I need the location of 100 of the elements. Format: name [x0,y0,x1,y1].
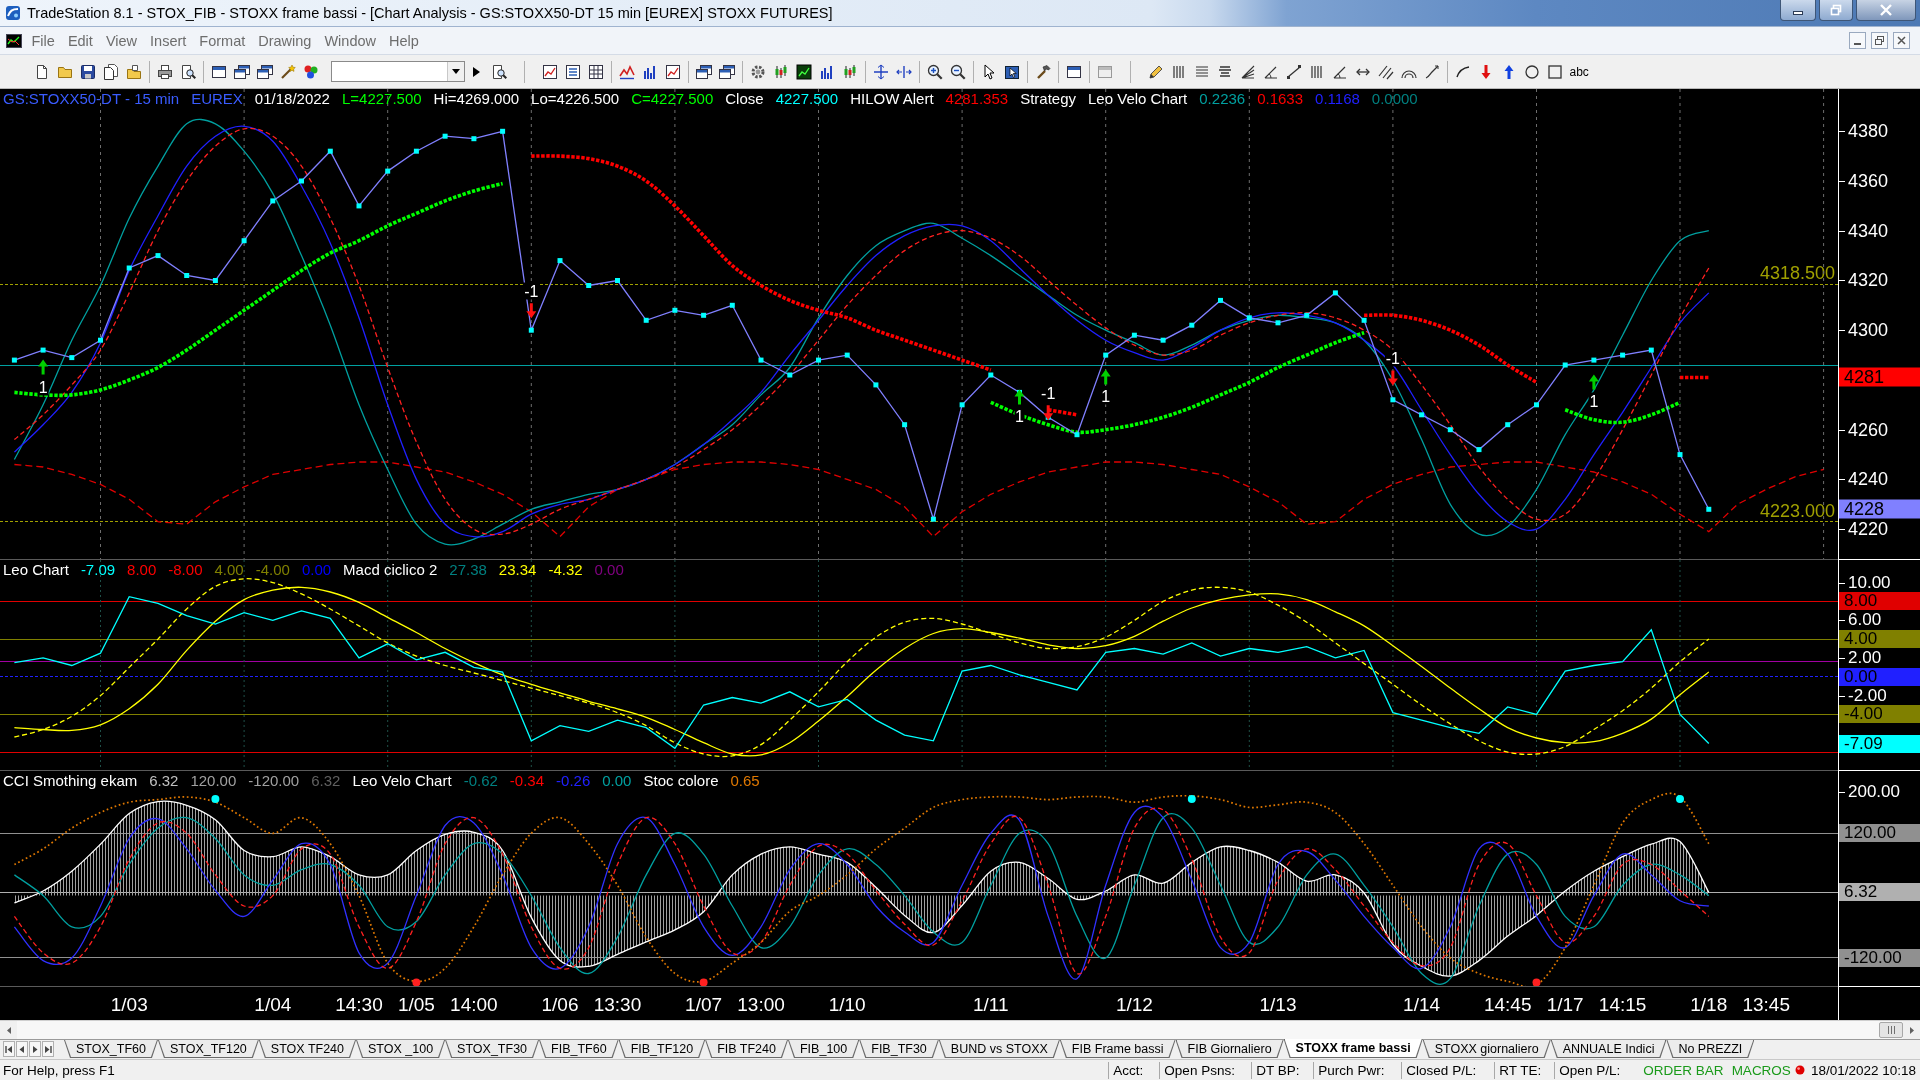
pointer-window-icon[interactable] [1004,63,1020,80]
candlestick-icon[interactable] [842,63,858,80]
sheet-tab[interactable]: FIB TF240 [705,1040,788,1058]
page-magnifier-icon[interactable] [491,63,507,80]
legend-text: Stoc colore [643,772,719,789]
circle-icon[interactable] [1524,63,1540,80]
menu-item[interactable]: Help [382,30,426,51]
signal-label: 1 [1100,387,1112,405]
circles-icon[interactable] [303,63,319,80]
axis-tick-label: 4380 [1848,121,1889,141]
pointer-icon[interactable] [981,63,997,80]
text-tool-button[interactable]: abc [1569,64,1589,79]
windows-icon[interactable] [719,63,735,80]
document-icon[interactable] [34,63,50,80]
windows-icon[interactable] [696,63,712,80]
time-axis-label: 1/05 [397,994,435,1015]
minimize-button[interactable] [1780,0,1816,21]
list-window-icon[interactable] [565,63,581,80]
time-axis-label: 1/06 [541,994,579,1015]
menu-item[interactable]: Window [317,30,383,51]
status-field: Closed P/L: [1401,1061,1495,1079]
menu-item[interactable]: File [25,30,62,51]
horizontal-lines-icon[interactable] [1194,63,1210,80]
sheet-tab[interactable]: STOX_TF120 [157,1040,259,1058]
windows-icon[interactable] [257,63,273,80]
legend-text: -4.32 [548,561,583,578]
fan-lines-icon[interactable] [1240,63,1256,80]
legend-text: Macd ciclico 2 [343,561,438,578]
crosshair-icon[interactable] [873,63,889,80]
sheet-tab[interactable]: FIB_TF120 [618,1040,706,1058]
sheet-tab[interactable]: STOXX frame bassi [1283,1039,1423,1058]
sheet-tab[interactable]: FIB Frame bassi [1059,1040,1176,1058]
last-sheet-button[interactable] [42,1041,54,1057]
candlestick-icon[interactable] [773,63,789,80]
sheet-tab[interactable]: STOX_TF60 [64,1040,158,1058]
legend-text: 27.38 [449,561,487,578]
pen-icon[interactable] [1424,63,1440,80]
sheet-tab[interactable]: ANNUALE Indici [1550,1040,1667,1058]
bar-chart-icon[interactable] [819,63,835,80]
folder-page-icon[interactable] [126,63,142,80]
sheet-tab[interactable]: STOXX giornaliero [1422,1040,1551,1058]
window-title: TradeStation 8.1 - STOX_FIB - STOXX frame bassi - [Chart Analysis - GS:STOXX50-DT 15 min [EUREX] STOXX FUTURES] [27,5,834,21]
square-icon[interactable] [1547,63,1563,80]
curve-icon[interactable] [1455,63,1471,80]
zigzag-line-icon[interactable] [619,63,635,80]
sheet-tab[interactable]: BUND vs STOXX [938,1040,1060,1058]
trend-line-icon[interactable] [1286,63,1302,80]
axis-tick-label: 200.00 [1848,782,1900,801]
scrollbar-thumb[interactable] [1879,1022,1903,1038]
chart-icon[interactable] [796,63,812,80]
sheet-tab[interactable]: STOX_TF30 [445,1040,540,1058]
chart-window-icon[interactable] [6,32,22,49]
hammer-icon[interactable] [1035,63,1051,80]
page-magnifier-icon[interactable] [180,63,196,80]
vertical-lines-icon[interactable] [1171,63,1187,80]
legend-text: 0.00 [301,561,332,578]
minimize-button[interactable] [1849,32,1866,49]
zoom-in-icon[interactable] [927,63,943,80]
arrows-icon[interactable] [896,63,912,80]
chart-window-icon[interactable] [665,63,681,80]
parallel-lines-icon[interactable] [1378,63,1394,80]
sheet-tab[interactable]: FIB_100 [788,1040,860,1058]
sheet-tab[interactable]: STOX TF240 [258,1040,356,1058]
gear-icon[interactable] [750,63,766,80]
menu-item[interactable]: Format [192,30,252,51]
close-button[interactable] [1893,32,1910,49]
sheet-tab[interactable]: FIB_TF60 [539,1040,619,1058]
windows-icon[interactable] [234,63,250,80]
axis-value-label: -4.00 [1839,705,1920,724]
menu-item[interactable]: Edit [61,30,100,51]
menu-item[interactable]: Drawing [251,30,318,51]
menu-item[interactable]: Insert [143,30,193,51]
chart-window-icon[interactable] [542,63,558,80]
next-sheet-button[interactable] [29,1041,41,1057]
axis-value-label: 120.00 [1839,824,1920,843]
pages-icon[interactable] [103,63,119,80]
restore-button[interactable] [1819,0,1853,21]
grid-icon[interactable] [588,63,604,80]
signal-label: -1 [523,282,540,300]
status-field: Purch Pwr: [1313,1061,1402,1079]
stacked-lines-icon[interactable] [1217,63,1233,80]
axis-tick-label: 4320 [1848,270,1889,290]
sheet-tab[interactable]: No PREZZI [1666,1040,1755,1058]
pencil-icon[interactable] [1148,63,1164,80]
restore-button[interactable] [1871,32,1888,49]
printer-icon[interactable] [157,63,173,80]
bar-chart-icon[interactable] [642,63,658,80]
menu-item[interactable]: View [99,30,144,51]
axis-value-label: 8.00 [1839,592,1920,611]
wand-icon[interactable] [280,63,296,80]
previous-sheet-button[interactable] [16,1041,28,1057]
zoom-out-icon[interactable] [950,63,966,80]
close-button[interactable] [1856,0,1916,21]
sheet-tab[interactable]: FIB_TF30 [859,1040,939,1058]
first-sheet-button[interactable] [3,1041,15,1057]
sheet-tab[interactable]: FIB Giornaliero [1175,1040,1284,1058]
window-icon[interactable] [211,63,227,80]
vertical-lines-icon[interactable] [1309,63,1325,80]
sheet-tab[interactable]: STOX _100 [356,1040,446,1058]
window-icon[interactable] [1066,63,1082,80]
